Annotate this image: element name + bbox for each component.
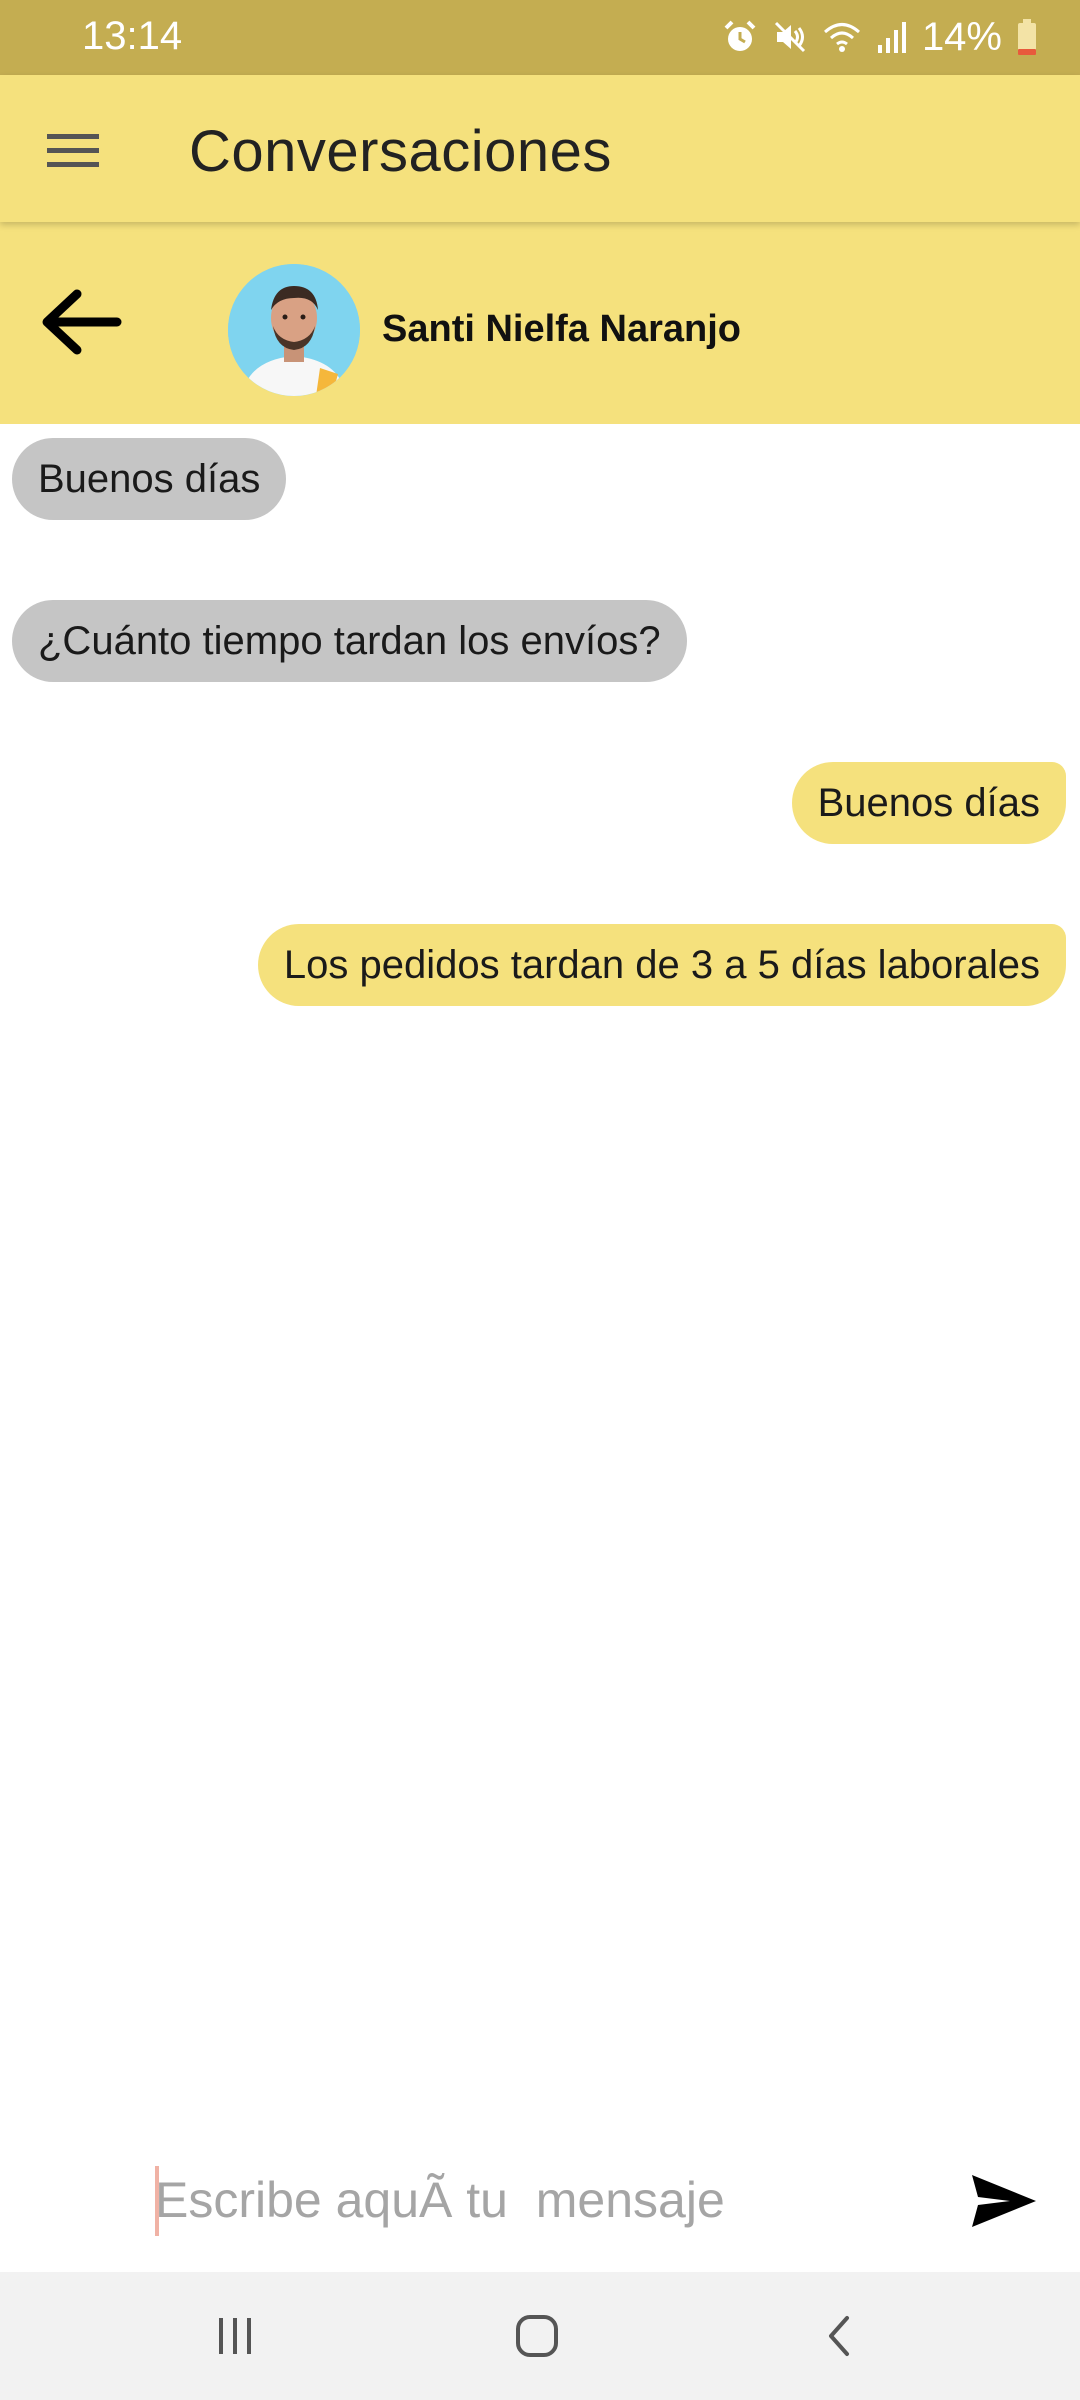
battery-percent: 14% xyxy=(921,14,1002,59)
app-bar: Conversaciones xyxy=(0,75,1080,222)
send-button[interactable] xyxy=(966,2166,1042,2236)
status-time: 13:14 xyxy=(82,14,183,58)
mute-icon xyxy=(774,21,805,53)
back-icon xyxy=(829,2316,849,2356)
contact-name: Santi Nielfa Naranjo xyxy=(382,308,741,350)
message-bubble-outgoing: Buenos días xyxy=(791,762,1066,844)
back-button[interactable] xyxy=(36,282,126,362)
page-title: Conversaciones xyxy=(189,119,612,184)
battery-icon xyxy=(1018,19,1036,55)
nav-back-button[interactable] xyxy=(804,2306,874,2366)
menu-button[interactable] xyxy=(42,120,104,180)
hamburger-menu-icon xyxy=(47,134,99,167)
signal-icon xyxy=(877,22,906,53)
message-bubble-outgoing: Los pedidos tardan de 3 a 5 días laboral… xyxy=(257,924,1066,1006)
system-nav-bar xyxy=(0,2272,1080,2400)
status-bar: 13:14 14% xyxy=(0,0,1080,75)
recent-apps-button[interactable] xyxy=(200,2306,270,2366)
message-list: Buenos días ¿Cuánto tiempo tardan los en… xyxy=(0,424,1080,2124)
message-bubble-incoming: Buenos días xyxy=(12,438,287,520)
recent-apps-icon xyxy=(219,2318,251,2354)
wifi-icon xyxy=(823,23,860,52)
avatar[interactable] xyxy=(228,264,360,396)
home-button[interactable] xyxy=(502,2306,572,2366)
alarm-icon xyxy=(724,20,756,51)
home-icon xyxy=(516,2315,558,2357)
message-input[interactable] xyxy=(155,2160,935,2240)
status-icons: 14% xyxy=(722,12,1038,62)
message-bubble-incoming: ¿Cuánto tiempo tardan los envíos? xyxy=(12,600,687,682)
send-icon xyxy=(972,2175,1036,2227)
contact-photo xyxy=(228,264,360,396)
message-composer xyxy=(0,2130,1080,2272)
contact-header: Santi Nielfa Naranjo xyxy=(0,222,1080,424)
arrow-left-icon xyxy=(42,289,122,355)
